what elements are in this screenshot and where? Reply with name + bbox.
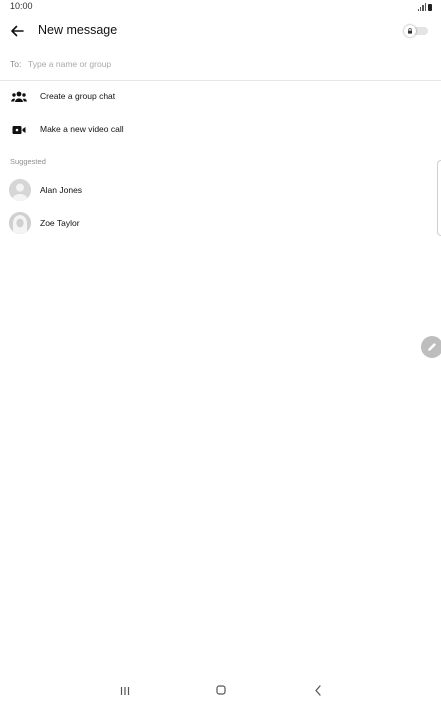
recipient-input[interactable]: [28, 56, 408, 72]
secret-conversation-toggle[interactable]: [404, 25, 428, 37]
action-label: Make a new video call: [40, 124, 124, 134]
app-bar: New message: [0, 18, 441, 46]
signal-icon: [417, 3, 426, 11]
battery-icon: [428, 4, 432, 11]
recipient-label: To:: [10, 59, 22, 69]
status-icons: [417, 2, 432, 11]
default-avatar-icon: [9, 179, 31, 201]
system-nav-bar: [0, 676, 441, 706]
group-icon: [11, 91, 27, 102]
recents-icon[interactable]: [119, 686, 131, 696]
chevron-left-icon[interactable]: [313, 685, 323, 696]
contact-row-zoe-taylor[interactable]: Zoe Taylor: [0, 208, 441, 238]
lock-icon: [408, 28, 412, 34]
section-header-suggested: Suggested: [10, 157, 46, 166]
contact-name: Zoe Taylor: [40, 218, 80, 228]
create-group-chat-button[interactable]: Create a group chat: [0, 82, 441, 112]
video-camera-icon: [12, 126, 26, 134]
default-avatar-icon: [9, 212, 31, 234]
back-button[interactable]: [8, 22, 26, 40]
avatar: [9, 179, 31, 201]
arrow-left-icon: [11, 25, 24, 37]
compose-button[interactable]: [421, 336, 441, 358]
home-icon[interactable]: [216, 685, 226, 695]
recipient-row: To:: [0, 54, 441, 81]
contact-row-alan-jones[interactable]: Alan Jones: [0, 175, 441, 205]
edge-panel-handle[interactable]: [437, 160, 441, 236]
pencil-icon: [428, 343, 436, 351]
status-bar: 10:00: [0, 0, 441, 14]
avatar: [9, 212, 31, 234]
action-label: Create a group chat: [40, 91, 116, 101]
page-title: New message: [38, 23, 118, 37]
toggle-knob: [404, 25, 416, 37]
new-video-call-button[interactable]: Make a new video call: [0, 115, 441, 145]
status-time: 10:00: [10, 1, 33, 11]
contact-name: Alan Jones: [40, 185, 83, 195]
